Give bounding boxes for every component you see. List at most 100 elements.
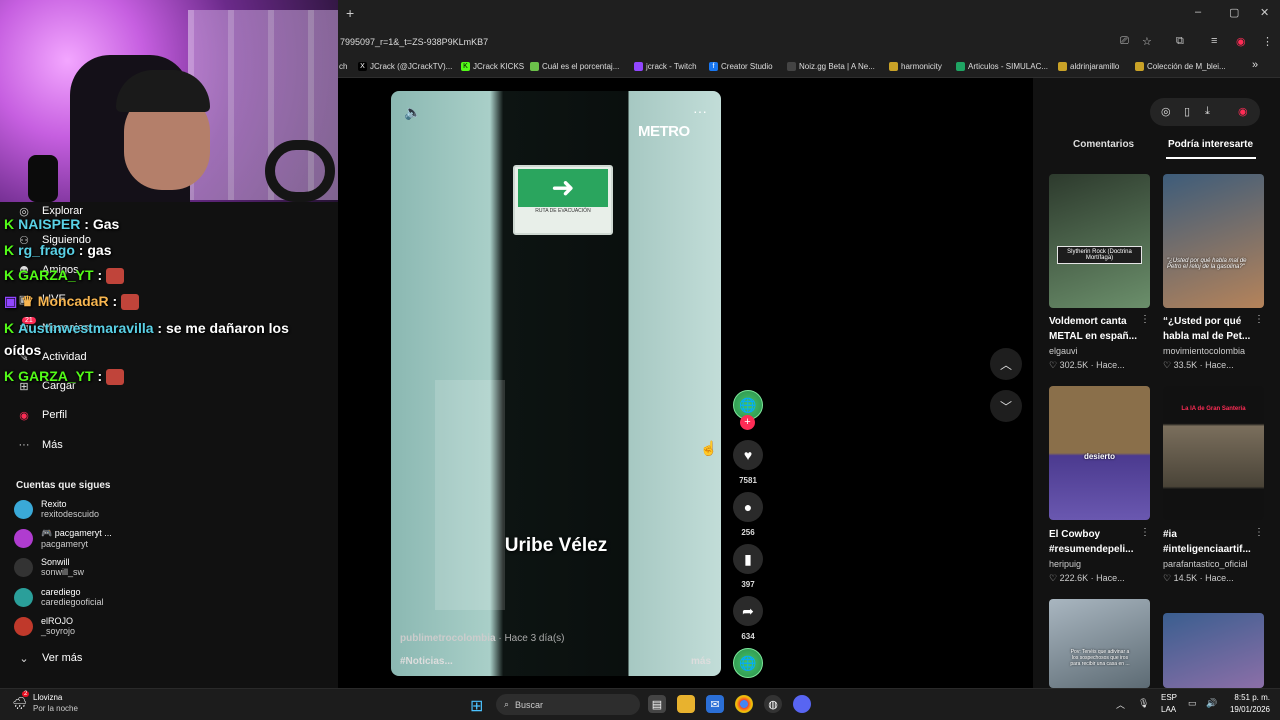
weather-title[interactable]: Llovizna bbox=[33, 693, 62, 702]
video-thumbnail[interactable]: "¿Usted por qué habla mal de Petro el re… bbox=[1163, 174, 1264, 308]
bookmark-item[interactable]: K JCrack KICKS bbox=[461, 62, 524, 71]
close-window-icon[interactable]: ✕ bbox=[1260, 6, 1269, 19]
taskbar-search[interactable]: ⌕ Buscar bbox=[496, 694, 640, 715]
maximize-icon[interactable]: ▢ bbox=[1229, 6, 1239, 19]
windows-start-icon[interactable]: ⊞ bbox=[470, 696, 483, 716]
task-view-icon[interactable]: ▤ bbox=[648, 695, 666, 713]
emote-icon bbox=[106, 268, 125, 285]
card-title[interactable]: #ia #inteligenciaartif... bbox=[1163, 527, 1259, 557]
folder-icon bbox=[1058, 62, 1067, 71]
card-menu-icon[interactable]: ⋮ bbox=[1140, 527, 1150, 538]
extensions-icon[interactable]: ⧉ bbox=[1176, 35, 1184, 48]
video-more-link[interactable]: más bbox=[691, 656, 711, 667]
weather-icon[interactable]: 🌧 bbox=[12, 696, 27, 710]
bookmark-item[interactable]: aldrinjaramillo bbox=[1058, 62, 1119, 71]
bookmark-item[interactable]: Colección de M_blei... bbox=[1135, 62, 1226, 71]
card-menu-icon[interactable]: ⋮ bbox=[1254, 527, 1264, 538]
phone-icon[interactable]: ▯ bbox=[1184, 105, 1190, 118]
card-title[interactable]: El Cowboy #resumendepeli... bbox=[1049, 527, 1145, 557]
bookmark-item[interactable]: jcrack - Twitch bbox=[634, 62, 697, 71]
microphone-icon[interactable]: 🎙 bbox=[1138, 698, 1149, 709]
followed-account[interactable]: Sonwill sonwill_sw bbox=[14, 557, 84, 577]
card-title[interactable]: Voldemort canta METAL en españ... bbox=[1049, 314, 1145, 344]
obs-icon[interactable]: ◍ bbox=[764, 695, 782, 713]
clock-date[interactable]: 19/01/2026 bbox=[1222, 705, 1270, 714]
account-handle: _soyrojo bbox=[41, 626, 76, 636]
tray-overflow-icon[interactable]: ︿ bbox=[1116, 698, 1125, 711]
card-user[interactable]: parafantastico_oficial bbox=[1163, 559, 1248, 569]
video-more-icon[interactable]: ··· bbox=[693, 103, 707, 119]
follow-button[interactable]: + bbox=[740, 415, 755, 430]
account-name: Rexito bbox=[41, 499, 67, 509]
save-button[interactable]: ▮ bbox=[733, 544, 763, 574]
page-icon bbox=[530, 62, 539, 71]
tab-podria-interesarte[interactable]: Podría interesarte bbox=[1168, 139, 1253, 150]
chrome-icon[interactable] bbox=[735, 695, 753, 713]
download-icon[interactable]: ⤓ bbox=[1205, 105, 1210, 118]
windows-taskbar bbox=[0, 688, 1280, 720]
followed-account[interactable]: elROJO _soyrojo bbox=[14, 616, 75, 636]
mail-icon[interactable]: ✉ bbox=[706, 695, 724, 713]
card-stats: ♡ 33.5K · Hace... bbox=[1163, 360, 1234, 370]
bookmark-star-icon[interactable]: ☆ bbox=[1142, 35, 1152, 48]
see-more-button[interactable]: ⌄ Ver más bbox=[16, 650, 82, 666]
file-explorer-icon[interactable] bbox=[677, 695, 695, 713]
music-disc[interactable]: 🌐 bbox=[733, 648, 763, 678]
video-thumbnail[interactable]: Slytherin Rock (Doctrina Mortífaga) bbox=[1049, 174, 1150, 308]
followed-account[interactable]: carediego carediegooficial bbox=[14, 587, 104, 607]
reading-list-icon[interactable]: ≡ bbox=[1211, 35, 1217, 47]
bookmark-item[interactable]: Cuál es el porcentaj... bbox=[530, 62, 619, 71]
minimize-icon[interactable]: – bbox=[1195, 6, 1201, 18]
like-button[interactable]: ♥ bbox=[733, 440, 763, 470]
cast-icon[interactable]: ⎚ bbox=[1120, 35, 1129, 48]
bookmark-item[interactable]: ch bbox=[339, 62, 347, 71]
card-title[interactable]: “¿Usted por qué habla mal de Pet... bbox=[1163, 314, 1259, 344]
tab-comentarios[interactable]: Comentarios bbox=[1073, 139, 1134, 150]
browser-menu-icon[interactable]: ⋮ bbox=[1262, 35, 1273, 48]
video-thumbnail[interactable]: Pov: Tenéis que adivinar a los sospechos… bbox=[1049, 599, 1150, 688]
bookmarks-overflow-button[interactable]: » bbox=[1252, 59, 1258, 71]
next-video-button[interactable]: ﹀ bbox=[990, 390, 1022, 422]
new-tab-button[interactable]: + bbox=[346, 5, 354, 21]
compass-icon[interactable]: ◎ bbox=[1161, 105, 1171, 118]
volume-icon[interactable]: 🔈 bbox=[404, 104, 421, 121]
bookmark-item[interactable]: Noiz.gg Beta | A Ne... bbox=[787, 62, 875, 71]
nav-perfil[interactable]: ◉ Perfil bbox=[16, 407, 67, 423]
discord-icon[interactable] bbox=[793, 695, 811, 713]
author-name[interactable]: publimetrocolombia bbox=[400, 633, 496, 644]
folder-icon bbox=[1135, 62, 1144, 71]
region-indicator[interactable]: LAA bbox=[1161, 705, 1176, 714]
volume-tray-icon[interactable]: 🔊 bbox=[1206, 698, 1217, 709]
followed-account[interactable]: 🎮 pacgameryt ... pacgameryt bbox=[14, 528, 112, 549]
bookmark-item[interactable]: f Creator Studio bbox=[709, 62, 773, 71]
chevron-up-icon: ︿ bbox=[999, 357, 1012, 372]
thumbnail-text: "¿Usted por qué habla mal de Petro el re… bbox=[1167, 258, 1247, 270]
card-menu-icon[interactable]: ⋮ bbox=[1140, 314, 1150, 325]
share-button[interactable]: ➦ bbox=[733, 596, 763, 626]
video-hashtags[interactable]: #Noticias... bbox=[400, 656, 453, 667]
video-thumbnail[interactable]: desierto bbox=[1049, 386, 1150, 520]
video-thumbnail[interactable]: La IA de Gran Santería bbox=[1163, 386, 1264, 520]
profile-avatar-icon[interactable]: ◉ bbox=[1236, 35, 1246, 48]
network-icon[interactable]: ▭ bbox=[1188, 698, 1197, 709]
bookmark-item[interactable]: harmonicity bbox=[889, 62, 942, 71]
followed-account[interactable]: Rexito rexitodescuido bbox=[14, 499, 99, 519]
comment-button[interactable]: ● bbox=[733, 492, 763, 522]
profile-icon[interactable]: ◉ bbox=[1238, 105, 1248, 118]
clock-time[interactable]: 8:51 p. m. bbox=[1226, 693, 1270, 702]
nav-mas[interactable]: ··· Más bbox=[16, 437, 63, 453]
video-thumbnail[interactable] bbox=[1163, 613, 1264, 688]
card-user[interactable]: heripuig bbox=[1049, 559, 1081, 569]
card-user[interactable]: movimientocolombia bbox=[1163, 346, 1245, 356]
facebook-icon: f bbox=[709, 62, 718, 71]
card-menu-icon[interactable]: ⋮ bbox=[1254, 314, 1264, 325]
url-field[interactable]: 7995097_r=1&_t=ZS-938P9KLmKB7 bbox=[340, 37, 488, 47]
bookmark-item[interactable]: X JCrack (@JCrackTV)... bbox=[358, 62, 452, 71]
card-user[interactable]: elgauvi bbox=[1049, 346, 1078, 356]
video-author[interactable]: publimetrocolombia · Hace 3 día(s) bbox=[400, 633, 564, 644]
language-indicator[interactable]: ESP bbox=[1161, 693, 1177, 702]
previous-video-button[interactable]: ︿ bbox=[990, 348, 1022, 380]
bookmark-item[interactable]: Articulos - SIMULAC... bbox=[956, 62, 1048, 71]
kick-icon: K bbox=[4, 216, 15, 232]
chat-message: K GARZA_YT : bbox=[4, 368, 125, 386]
